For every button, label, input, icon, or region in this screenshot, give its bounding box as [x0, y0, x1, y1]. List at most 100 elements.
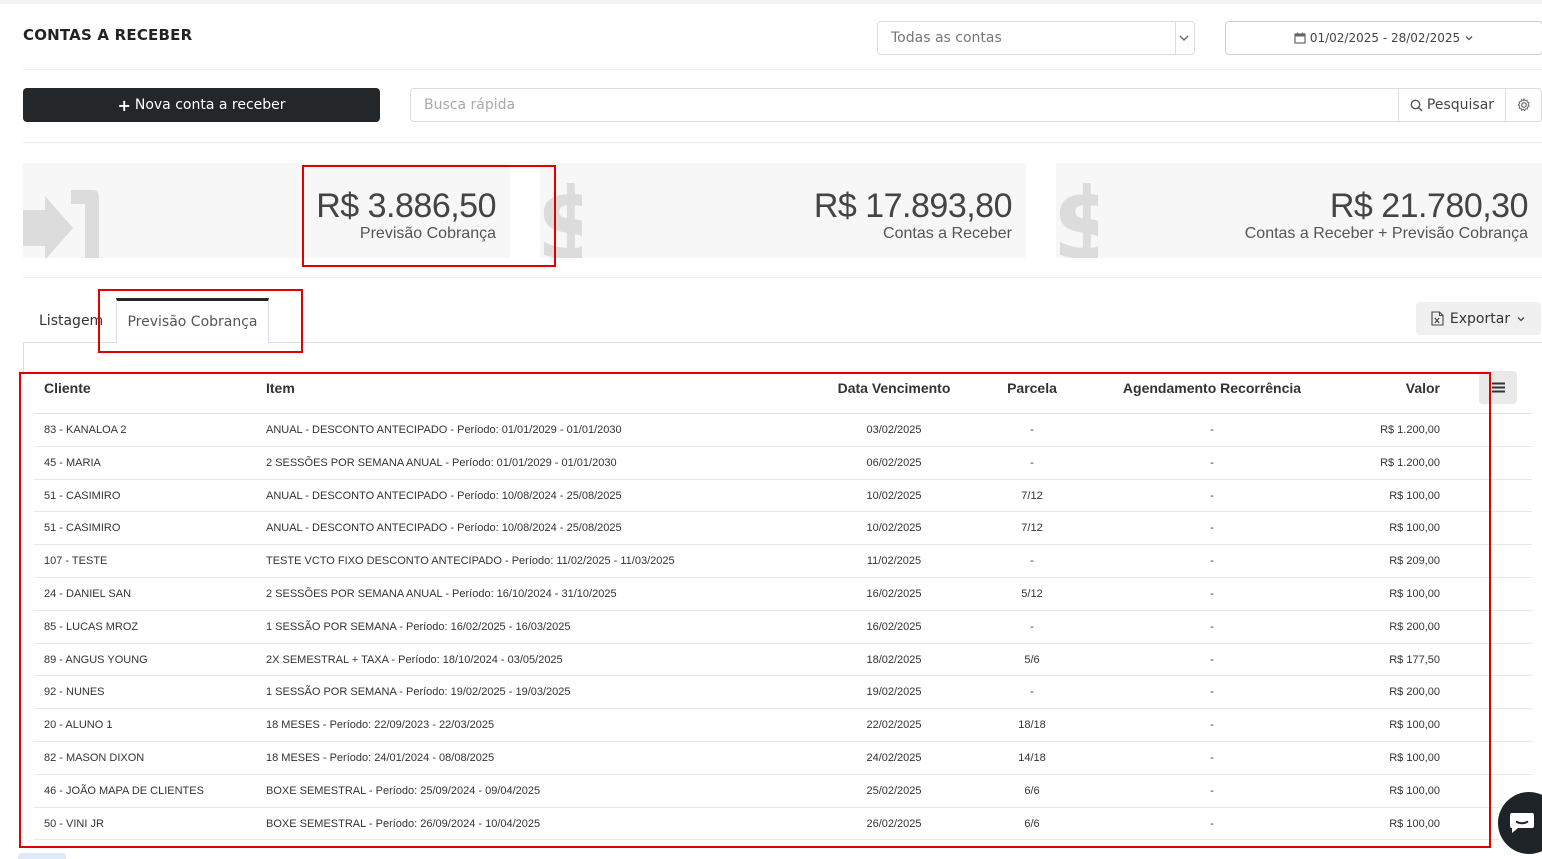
- cell-parcela: 5/12: [1021, 587, 1043, 600]
- summary-card-contas: $ R$ 17.893,80 Contas a Receber: [540, 163, 1026, 258]
- tab-previsao-cobranca[interactable]: Previsão Cobrança: [116, 298, 269, 343]
- cell-item: 18 MESES - Período: 22/09/2023 - 22/03/2…: [266, 719, 495, 732]
- table-row[interactable]: 20 - ALUNO 1 18 MESES - Período: 22/09/20…: [34, 709, 1532, 742]
- card-caption: Contas a Receber + Previsão Cobrança: [1244, 225, 1528, 242]
- quick-search-group: Pesquisar: [410, 88, 1542, 122]
- chevron-down-icon: [1179, 35, 1189, 41]
- cell-valor: R$ 100,00: [1389, 719, 1440, 732]
- cell-data-vencimento: 16/02/2025: [866, 587, 922, 600]
- table-row[interactable]: 107 - TESTE TESTE VCTO FIXO DESCONTO ANTE…: [34, 545, 1532, 578]
- cell-valor: R$ 100,00: [1389, 817, 1440, 830]
- column-header-data-vencimento[interactable]: Data Vencimento: [834, 380, 954, 396]
- cell-agendamento: -: [1210, 587, 1214, 600]
- cell-agendamento: -: [1210, 653, 1214, 666]
- search-settings-button[interactable]: [1505, 89, 1541, 121]
- table-row[interactable]: 50 - VINI JR BOXE SEMESTRAL - Período: 26…: [34, 808, 1532, 841]
- cell-data-vencimento: 06/02/2025: [866, 456, 922, 469]
- table-row[interactable]: 51 - CASIMIRO ANUAL - DESCONTO ANTECIPADO…: [34, 480, 1532, 513]
- chevron-down-icon: [1465, 36, 1473, 41]
- cell-parcela: -: [1030, 686, 1034, 699]
- cell-parcela: 7/12: [1021, 489, 1043, 502]
- cell-cliente: 51 - CASIMIRO: [44, 489, 121, 502]
- cell-agendamento: -: [1210, 817, 1214, 830]
- cell-data-vencimento: 03/02/2025: [866, 424, 922, 436]
- excel-file-icon: [1431, 311, 1444, 326]
- cell-cliente: 20 - ALUNO 1: [44, 719, 113, 732]
- table-row[interactable]: 45 - MARIA 2 SESSÕES POR SEMANA ANUAL - P…: [34, 447, 1532, 480]
- summary-card-total: $ R$ 21.780,30 Contas a Receber + Previs…: [1056, 163, 1542, 258]
- tab-listagem[interactable]: Listagem: [39, 313, 103, 329]
- date-range-picker[interactable]: 01/02/2025 - 28/02/2025: [1225, 21, 1542, 55]
- cell-parcela: 7/12: [1021, 522, 1043, 535]
- cell-item: BOXE SEMESTRAL - Período: 25/09/2024 - 0…: [266, 784, 541, 797]
- column-menu-button[interactable]: [1479, 371, 1517, 404]
- cell-item: ANUAL - DESCONTO ANTECIPADO - Período: 1…: [266, 489, 622, 502]
- cell-item: 2 SESSÕES POR SEMANA ANUAL - Período: 01…: [266, 456, 617, 469]
- cell-valor: R$ 200,00: [1389, 686, 1440, 699]
- cell-valor: R$ 100,00: [1389, 751, 1440, 764]
- cell-data-vencimento: 16/02/2025: [866, 620, 922, 633]
- cell-cliente: 85 - LUCAS MROZ: [44, 620, 139, 633]
- table-row[interactable]: 51 - CASIMIRO ANUAL - DESCONTO ANTECIPADO…: [34, 512, 1532, 546]
- cell-cliente: 89 - ANGUS YOUNG: [44, 653, 148, 666]
- column-header-parcela[interactable]: Parcela: [982, 380, 1082, 396]
- chevron-down-icon: [1517, 316, 1525, 321]
- cell-data-vencimento: 24/02/2025: [866, 751, 922, 764]
- cell-item: 2 SESSÕES POR SEMANA ANUAL - Período: 16…: [266, 587, 617, 600]
- column-header-valor[interactable]: Valor: [1320, 380, 1440, 396]
- export-button[interactable]: Exportar: [1416, 302, 1541, 335]
- table-header: Cliente Item Data Vencimento Parcela Age…: [34, 372, 1532, 414]
- table-row[interactable]: 24 - DANIEL SAN 2 SESSÕES POR SEMANA ANUA…: [34, 578, 1532, 611]
- search-button[interactable]: Pesquisar: [1398, 89, 1505, 121]
- dollar-icon: $: [1056, 171, 1098, 258]
- card-caption: Previsão Cobrança: [359, 225, 496, 242]
- table-row[interactable]: 92 - NUNES 1 SESSÃO POR SEMANA - Período:…: [34, 676, 1532, 710]
- column-header-cliente[interactable]: Cliente: [44, 380, 91, 396]
- cell-data-vencimento: 25/02/2025: [866, 784, 922, 797]
- column-header-item[interactable]: Item: [266, 380, 295, 396]
- cell-cliente: 82 - MASON DIXON: [44, 751, 145, 764]
- table-row[interactable]: 46 - JOÃO MAPA DE CLIENTES BOXE SEMESTRAL…: [34, 775, 1532, 808]
- table-row[interactable]: 83 - KANALOA 2 ANUAL - DESCONTO ANTECIPAD…: [34, 414, 1532, 447]
- cell-parcela: 6/6: [1024, 817, 1040, 830]
- cell-item: ANUAL - DESCONTO ANTECIPADO - Período: 0…: [266, 424, 622, 436]
- account-filter-select[interactable]: Todas as contas: [877, 21, 1195, 55]
- table-row[interactable]: 89 - ANGUS YOUNG 2X SEMESTRAL + TAXA - Pe…: [34, 644, 1532, 677]
- page-title: CONTAS A RECEBER: [23, 26, 193, 44]
- chat-icon: [1510, 813, 1534, 833]
- cell-agendamento: -: [1210, 456, 1214, 469]
- cell-parcela: -: [1030, 424, 1034, 436]
- cell-parcela: 5/6: [1024, 653, 1040, 666]
- cell-agendamento: -: [1210, 489, 1214, 502]
- cell-data-vencimento: 10/02/2025: [866, 522, 922, 535]
- date-range-value: 01/02/2025 - 28/02/2025: [1309, 31, 1461, 45]
- divider: [23, 142, 1542, 143]
- cell-cliente: 51 - CASIMIRO: [44, 522, 121, 535]
- table-body: 83 - KANALOA 2 ANUAL - DESCONTO ANTECIPAD…: [34, 414, 1532, 841]
- table-row[interactable]: 85 - LUCAS MROZ 1 SESSÃO POR SEMANA - Per…: [34, 611, 1532, 644]
- bottom-tab-fragment: [18, 853, 66, 859]
- quick-search-input[interactable]: [411, 89, 1398, 121]
- cell-parcela: -: [1030, 555, 1034, 568]
- new-receivable-button[interactable]: + Nova conta a receber: [23, 88, 380, 122]
- cell-agendamento: -: [1210, 522, 1214, 535]
- cell-cliente: 46 - JOÃO MAPA DE CLIENTES: [44, 784, 204, 797]
- divider: [23, 277, 1542, 278]
- cell-parcela: 6/6: [1024, 784, 1040, 797]
- new-receivable-label: Nova conta a receber: [134, 97, 286, 113]
- cell-valor: R$ 1.200,00: [1380, 456, 1440, 469]
- account-filter-value: Todas as contas: [891, 30, 1002, 46]
- cell-data-vencimento: 19/02/2025: [866, 686, 922, 699]
- cell-agendamento: -: [1210, 555, 1214, 568]
- cell-data-vencimento: 22/02/2025: [866, 719, 922, 732]
- cell-valor: R$ 209,00: [1389, 555, 1440, 568]
- gear-icon: [1516, 98, 1530, 112]
- forecast-table: Cliente Item Data Vencimento Parcela Age…: [34, 372, 1532, 841]
- card-amount: R$ 21.780,30: [1329, 187, 1529, 225]
- column-header-agendamento[interactable]: Agendamento Recorrência: [1112, 380, 1312, 396]
- cell-data-vencimento: 18/02/2025: [866, 653, 922, 666]
- cell-valor: R$ 200,00: [1389, 620, 1440, 633]
- table-row[interactable]: 82 - MASON DIXON 18 MESES - Período: 24/0…: [34, 742, 1532, 775]
- calendar-icon: [1294, 32, 1306, 44]
- cell-valor: R$ 1.200,00: [1380, 424, 1440, 436]
